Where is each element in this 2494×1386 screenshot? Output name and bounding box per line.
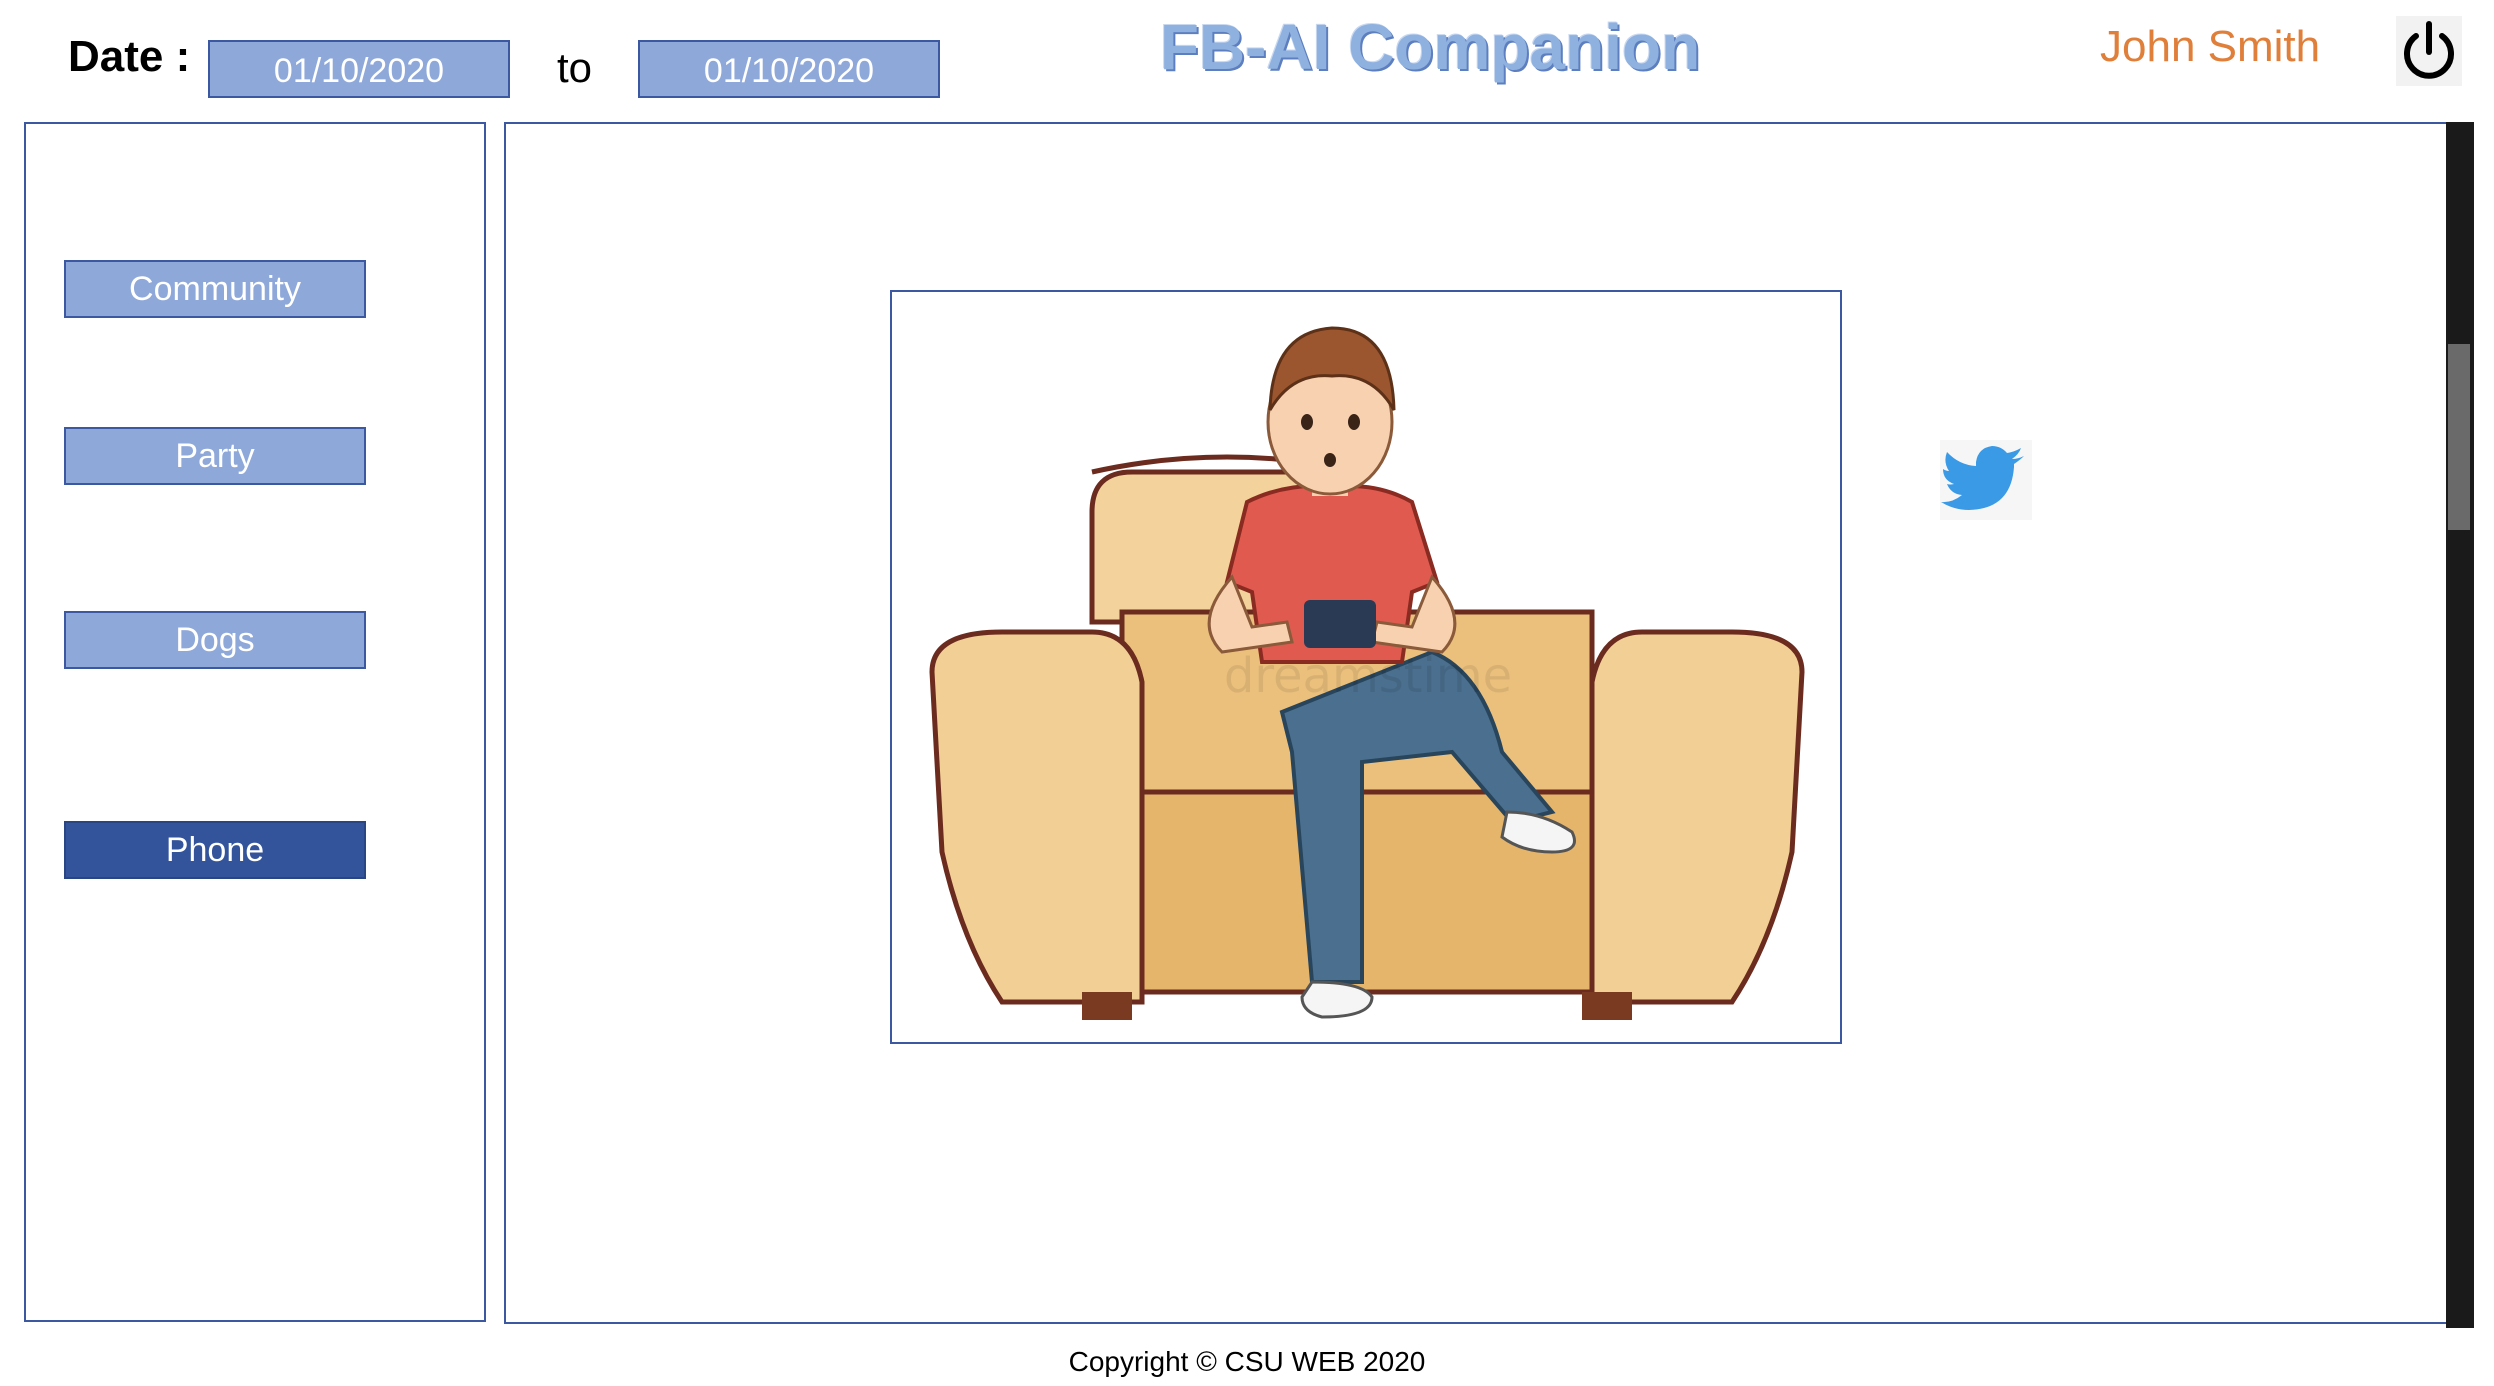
post-image[interactable]: dreamstime	[890, 290, 1842, 1044]
to-label: to	[557, 44, 593, 91]
twitter-share-button[interactable]	[1940, 440, 2032, 520]
power-icon	[2404, 21, 2454, 79]
sidebar-item-dogs[interactable]: Dogs	[64, 611, 366, 669]
app-title: FB-AI Companion	[1159, 11, 1701, 83]
image-watermark: dreamstime	[1224, 648, 1512, 704]
user-name[interactable]: John Smith	[2100, 22, 2320, 72]
person-on-armchair-illustration: dreamstime	[929, 326, 1805, 1020]
scrollbar[interactable]	[2446, 122, 2474, 1328]
sidebar-item-phone[interactable]: Phone	[64, 821, 366, 879]
sidebar-item-party[interactable]: Party	[64, 427, 366, 485]
date-label: Date :	[68, 32, 191, 81]
sidebar-item-community[interactable]: Community	[64, 260, 366, 318]
copyright-text: Copyright © CSU WEB 2020	[1068, 1346, 1426, 1377]
scrollbar-thumb[interactable]	[2448, 344, 2470, 530]
date-to-field[interactable]: 01/10/2020	[638, 40, 940, 98]
power-button[interactable]	[2396, 16, 2462, 86]
twitter-icon	[1941, 446, 2024, 510]
date-from-field[interactable]: 01/10/2020	[208, 40, 510, 98]
